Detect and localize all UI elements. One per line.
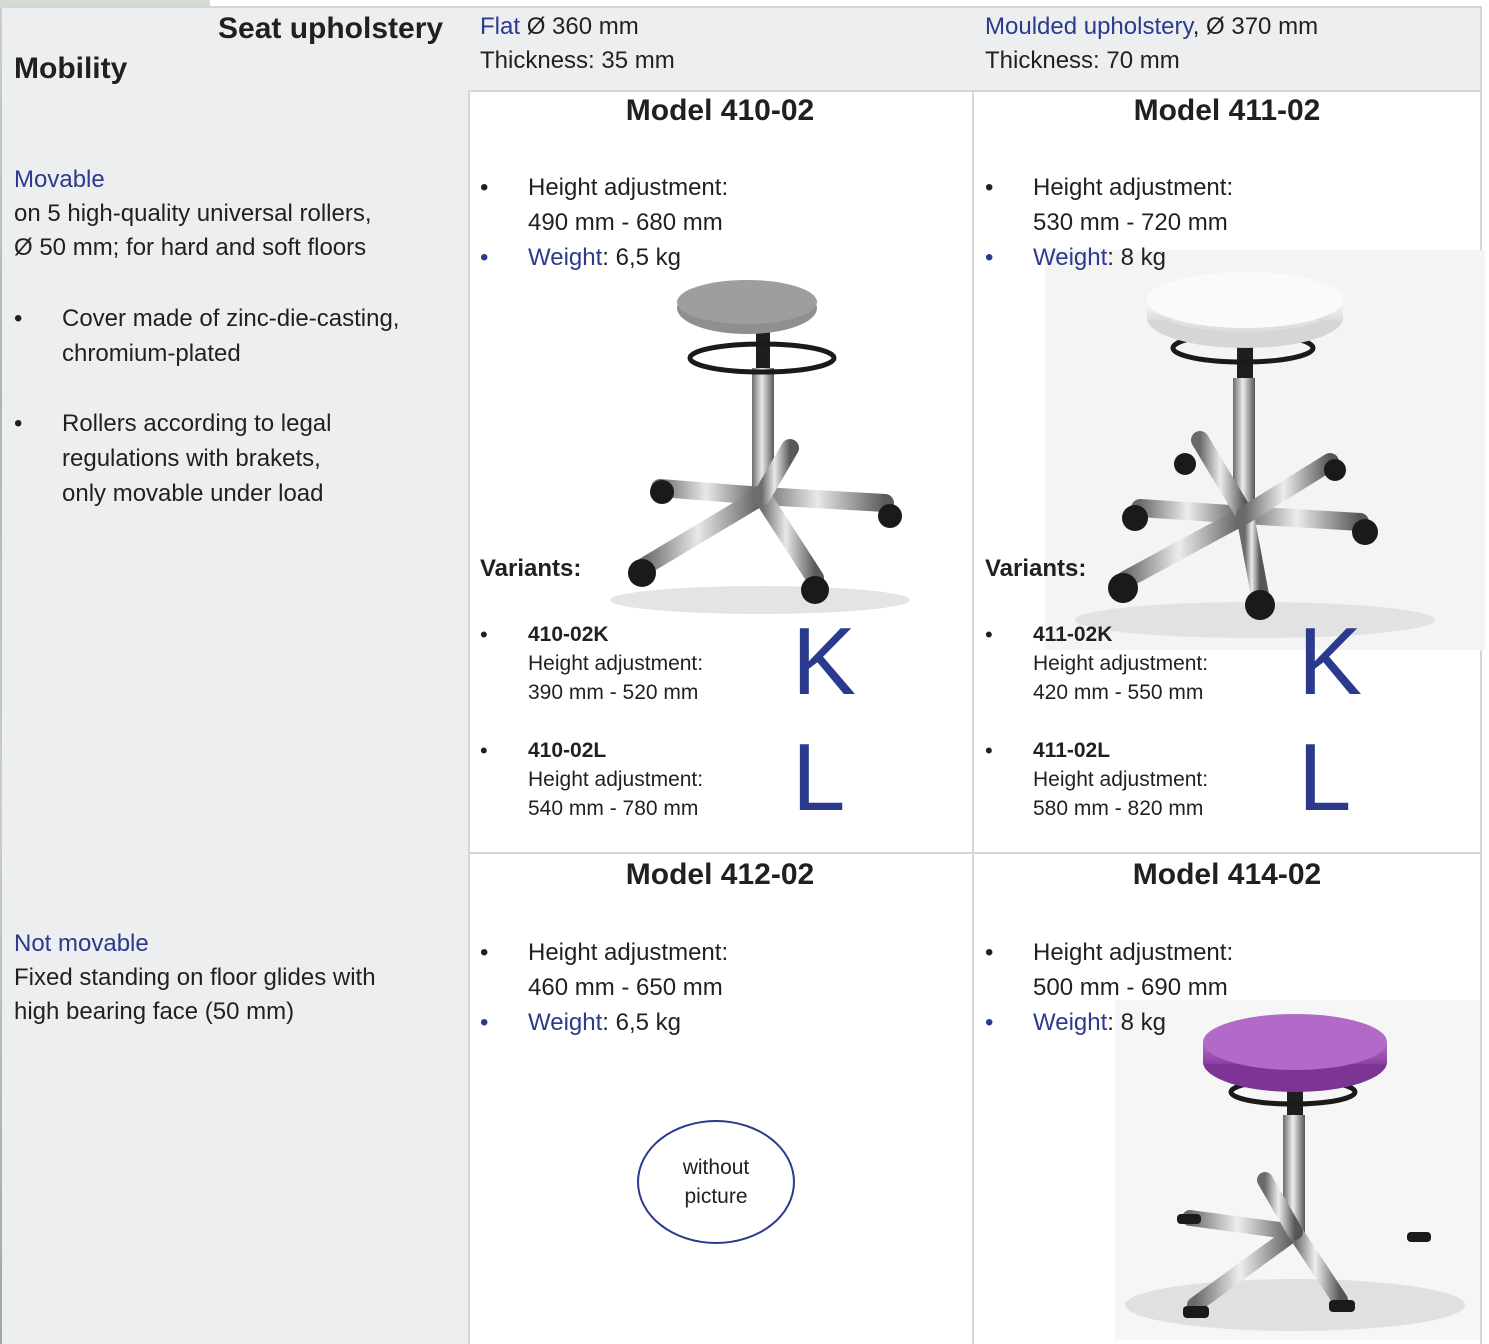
moulded-thickness: Thickness: 70 mm — [985, 47, 1180, 74]
placeholder-line: picture — [684, 1185, 748, 1208]
spec-height: Height adjustment: 460 mm - 650 mm — [470, 935, 728, 1005]
specs-410-02: Height adjustment: 490 mm - 680 mm Weigh… — [470, 170, 728, 275]
flat-thickness: Thickness: 35 mm — [480, 47, 675, 74]
variant-letter-k: K — [1298, 608, 1363, 715]
spec-label: Height adjustment: — [528, 174, 729, 201]
not-movable-section: Not movable Fixed standing on floor glid… — [14, 927, 454, 1029]
model-title-410-02: Model 410-02 — [625, 94, 815, 127]
variant-code: 410-02K — [528, 623, 609, 646]
variants-411-02: 411-02K Height adjustment: 420 mm - 550 … — [975, 620, 1265, 852]
spec-label: Weight — [528, 1009, 603, 1036]
not-movable-title: Not movable — [14, 930, 149, 957]
specs-411-02: Height adjustment: 530 mm - 720 mm Weigh… — [975, 170, 1233, 275]
not-movable-desc-line: Fixed standing on floor glides with — [14, 964, 376, 991]
variant-range: 540 mm - 780 mm — [528, 797, 699, 820]
model-title-412-02: Model 412-02 — [625, 858, 815, 891]
flat-dimension: Ø 360 mm — [526, 13, 639, 40]
specs-412-02: Height adjustment: 460 mm - 650 mm Weigh… — [470, 935, 728, 1040]
spec-value: : 6,5 kg — [602, 244, 681, 271]
list-item: Rollers according to legal regulations w… — [14, 406, 454, 511]
variant-letter-k: K — [792, 608, 857, 715]
spec-value: : 8 kg — [1107, 1009, 1166, 1036]
spec-height: Height adjustment: 530 mm - 720 mm — [975, 170, 1233, 240]
spec-weight: Weight: 6,5 kg — [470, 240, 728, 275]
variant-label: Height adjustment: — [528, 652, 704, 675]
grid-line — [468, 852, 1482, 854]
spec-weight: Weight: 6,5 kg — [470, 1005, 728, 1040]
moulded-dimension: , Ø 370 mm — [1192, 13, 1319, 40]
variant-label: Height adjustment: — [528, 768, 704, 791]
spec-label: Weight — [528, 244, 603, 271]
grid-line — [972, 90, 974, 1344]
spec-weight: Weight: 8 kg — [975, 240, 1233, 275]
model-title-411-02: Model 411-02 — [1133, 94, 1321, 127]
spec-label: Height adjustment: — [1033, 939, 1234, 966]
bullet-line: chromium-plated — [62, 340, 241, 367]
variant-range: 580 mm - 820 mm — [1033, 797, 1204, 820]
model-title-414-02: Model 414-02 — [1132, 858, 1322, 891]
moulded-upholstery-info: Moulded upholstery, Ø 370 mm Thickness: … — [985, 10, 1318, 78]
movable-desc-line: Ø 50 mm; for hard and soft floors — [14, 234, 367, 261]
bullet-line: only movable under load — [62, 480, 324, 507]
not-movable-desc-line: high bearing face (50 mm) — [14, 998, 295, 1025]
spec-value: 460 mm - 650 mm — [528, 974, 723, 1001]
variant-letter-l: L — [1298, 724, 1352, 831]
variants-label: Variants: — [480, 555, 582, 582]
list-item: 411-02L Height adjustment: 580 mm - 820 … — [975, 736, 1265, 823]
spec-value: 490 mm - 680 mm — [528, 209, 723, 236]
bullet-line: Cover made of zinc-die-casting, — [62, 305, 400, 332]
list-item: 410-02K Height adjustment: 390 mm - 520 … — [470, 620, 760, 707]
spec-label: Height adjustment: — [528, 939, 729, 966]
variant-range: 390 mm - 520 mm — [528, 681, 699, 704]
spec-value: 530 mm - 720 mm — [1033, 209, 1228, 236]
movable-desc-line: on 5 high-quality universal rollers, — [14, 200, 372, 227]
stool-414-02-image — [1115, 1000, 1480, 1340]
spec-height: Height adjustment: 490 mm - 680 mm — [470, 170, 728, 240]
stool-410-02-image — [610, 280, 910, 614]
flat-name: Flat — [480, 13, 521, 40]
no-picture-placeholder: without picture — [637, 1120, 795, 1244]
variant-code: 411-02K — [1033, 623, 1113, 646]
list-item: 411-02K Height adjustment: 420 mm - 550 … — [975, 620, 1265, 707]
flat-upholstery-info: Flat Ø 360 mm Thickness: 35 mm — [480, 10, 675, 78]
spec-value: : 6,5 kg — [602, 1009, 681, 1036]
bullet-line: Rollers according to legal — [62, 410, 332, 437]
spec-height: Height adjustment: 500 mm - 690 mm — [975, 935, 1233, 1005]
mobility-label: Mobility — [14, 52, 128, 85]
variants-label: Variants: — [985, 555, 1087, 582]
variants-410-02: 410-02K Height adjustment: 390 mm - 520 … — [470, 620, 760, 852]
spec-value: 500 mm - 690 mm — [1033, 974, 1228, 1001]
movable-bullets: Cover made of zinc-die-casting, chromium… — [14, 301, 454, 511]
bullet-line: regulations with brakets, — [62, 445, 321, 472]
stool-411-02-image — [1045, 250, 1485, 650]
spec-label: Height adjustment: — [1033, 174, 1234, 201]
specs-414-02: Height adjustment: 500 mm - 690 mm Weigh… — [975, 935, 1233, 1040]
spec-weight: Weight: 8 kg — [975, 1005, 1233, 1040]
list-item: Cover made of zinc-die-casting, chromium… — [14, 301, 454, 371]
spec-label: Weight — [1033, 1009, 1108, 1036]
movable-section: Movable on 5 high-quality universal roll… — [14, 163, 454, 546]
variant-label: Height adjustment: — [1033, 768, 1209, 791]
variant-code: 411-02L — [1033, 739, 1111, 762]
variant-letter-l: L — [792, 724, 846, 831]
variant-label: Height adjustment: — [1033, 652, 1209, 675]
seat-upholstery-label: Seat upholstery — [218, 12, 444, 45]
grid-line — [2, 6, 1482, 8]
moulded-name: Moulded upholstery — [985, 13, 1193, 40]
placeholder-line: without — [682, 1156, 750, 1179]
variant-code: 410-02L — [528, 739, 607, 762]
spec-value: : 8 kg — [1107, 244, 1166, 271]
spec-label: Weight — [1033, 244, 1108, 271]
grid-line — [1480, 6, 1482, 1344]
list-item: 410-02L Height adjustment: 540 mm - 780 … — [470, 736, 760, 823]
movable-title: Movable — [14, 166, 105, 193]
variant-range: 420 mm - 550 mm — [1033, 681, 1204, 704]
